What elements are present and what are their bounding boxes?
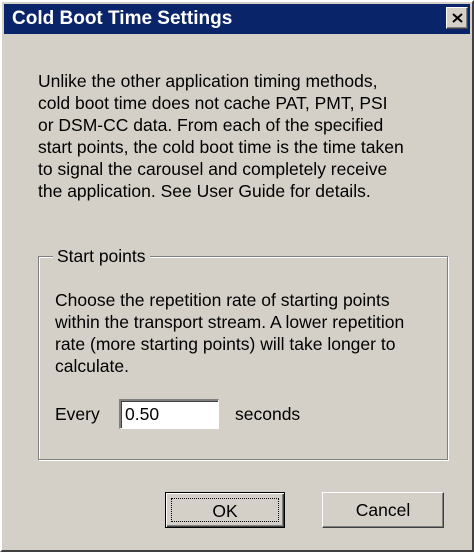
- start-points-description: Choose the repetition rate of starting p…: [55, 290, 405, 376]
- start-points-legend: Start points: [53, 245, 150, 267]
- start-points-group: Start points Choose the repetition rate …: [38, 245, 448, 460]
- window-title: Cold Boot Time Settings: [12, 8, 233, 29]
- cold-boot-time-settings-dialog: Cold Boot Time Settings Unlike the other…: [0, 0, 474, 552]
- ok-button-label: OK: [171, 498, 279, 522]
- seconds-label: seconds: [235, 404, 301, 424]
- description-text: Unlike the other application timing meth…: [38, 71, 404, 201]
- cancel-button[interactable]: Cancel: [322, 492, 444, 528]
- close-icon: [452, 13, 463, 23]
- interval-seconds-input[interactable]: [119, 399, 219, 429]
- ok-button[interactable]: OK: [165, 492, 285, 528]
- title-bar[interactable]: Cold Boot Time Settings: [4, 4, 470, 34]
- close-button[interactable]: [446, 7, 468, 29]
- every-label: Every: [55, 404, 100, 424]
